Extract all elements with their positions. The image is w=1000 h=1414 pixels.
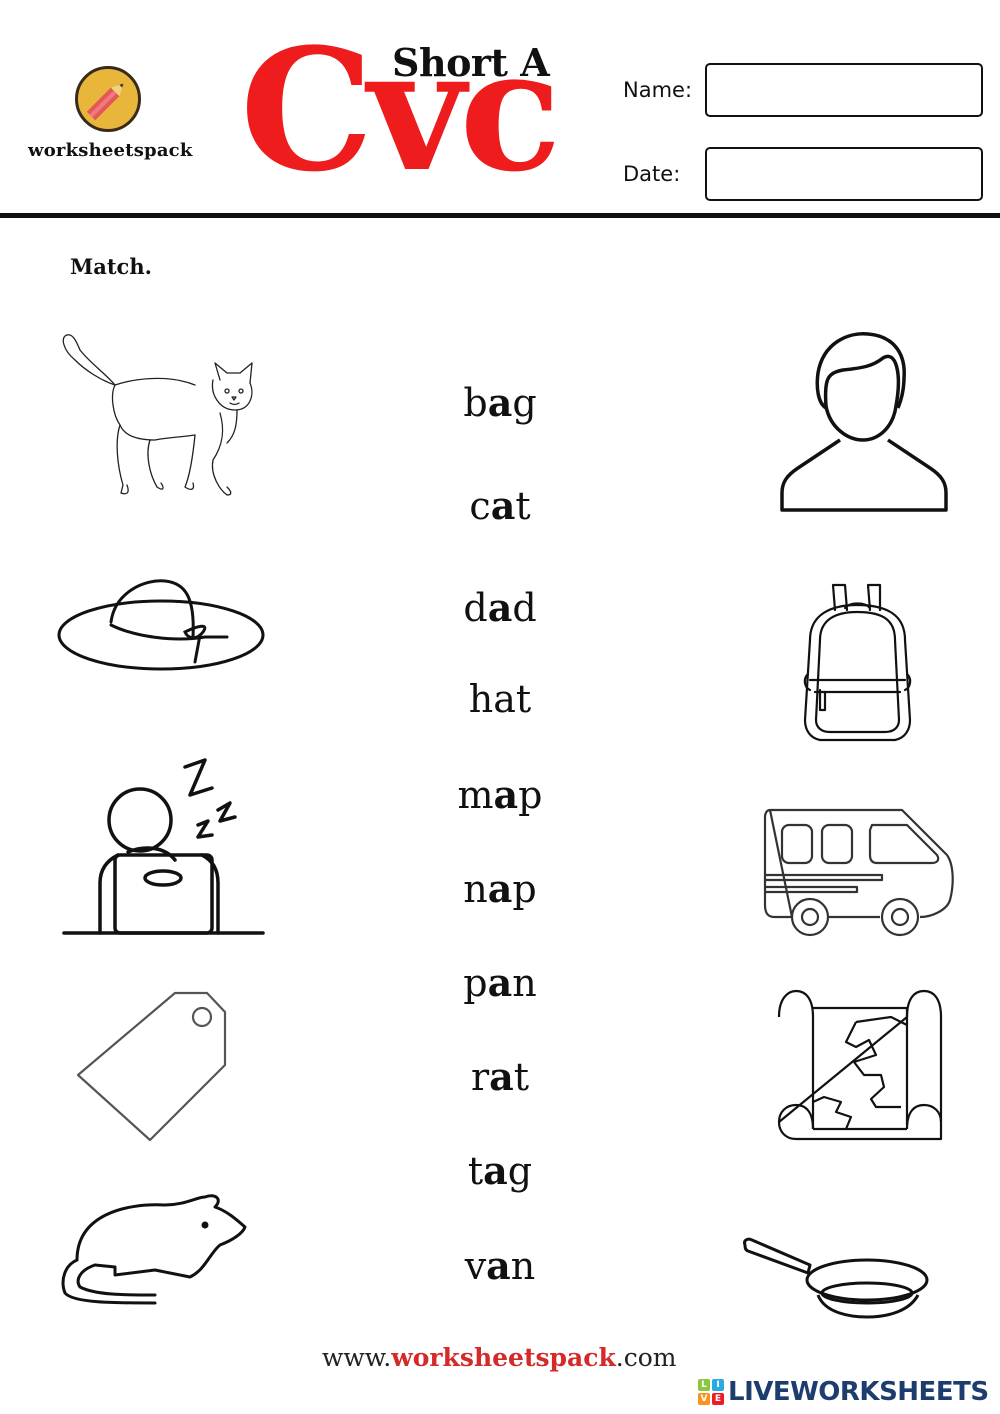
word-letter: t: [513, 1055, 530, 1099]
word-vowel: a: [493, 772, 519, 817]
word-letter: p: [463, 961, 488, 1005]
word-item[interactable]: dad: [400, 585, 600, 630]
live-tile: I: [712, 1379, 724, 1391]
word-letter: t: [467, 1149, 484, 1193]
word-item[interactable]: nap: [400, 866, 600, 911]
live-tile: V: [698, 1393, 710, 1405]
word-item[interactable]: van: [400, 1243, 600, 1288]
word-letter: n: [510, 1244, 536, 1288]
date-field[interactable]: [705, 147, 983, 201]
hat-icon[interactable]: [55, 577, 267, 677]
word-letter: h: [468, 677, 494, 721]
word-item[interactable]: hat: [400, 677, 600, 721]
liveworksheets-text: LIVEWORKSHEETS: [728, 1377, 989, 1407]
word-vowel: a: [487, 585, 513, 630]
word-letter: t: [515, 677, 532, 721]
word-vowel: a: [493, 677, 516, 721]
word-letter: n: [463, 867, 488, 911]
word-letter: d: [512, 586, 537, 630]
word-vowel: a: [487, 960, 513, 1005]
live-tile: E: [712, 1393, 724, 1405]
footer-url[interactable]: www.worksheetspack.com: [322, 1343, 677, 1372]
live-tiles-icon: L I V E: [698, 1379, 724, 1405]
word-item[interactable]: tag: [400, 1148, 600, 1193]
footer-url-prefix: www.: [322, 1343, 392, 1372]
word-vowel: a: [490, 483, 516, 528]
word-vowel: a: [486, 1243, 511, 1288]
liveworksheets-logo[interactable]: L I V E LIVEWORKSHEETS: [698, 1377, 989, 1407]
brand-name: worksheetspack: [28, 140, 193, 161]
word-letter: m: [457, 773, 494, 817]
word-letter: c: [469, 484, 491, 528]
dad-icon[interactable]: [778, 328, 950, 513]
word-letter: v: [464, 1244, 487, 1288]
word-vowel: a: [487, 866, 513, 911]
footer-url-suffix: .com: [615, 1343, 677, 1372]
word-item[interactable]: pan: [400, 960, 600, 1005]
footer-url-brand: worksheetspack: [391, 1343, 616, 1372]
word-item[interactable]: rat: [400, 1054, 600, 1099]
map-icon[interactable]: [776, 987, 944, 1150]
rat-icon[interactable]: [55, 1185, 255, 1310]
name-label: Name:: [623, 78, 693, 102]
word-vowel: a: [487, 380, 513, 425]
word-letter: d: [463, 586, 488, 630]
brand-logo-pencil-icon: [75, 66, 141, 132]
header-divider: [0, 213, 1000, 218]
van-icon[interactable]: [762, 805, 957, 937]
page-subtitle: Short A: [392, 40, 550, 85]
word-letter: b: [463, 381, 488, 425]
word-vowel: a: [483, 1148, 508, 1193]
word-vowel: a: [489, 1054, 514, 1099]
cat-icon[interactable]: [55, 325, 265, 505]
tag-icon[interactable]: [75, 990, 235, 1150]
date-label: Date:: [623, 162, 681, 186]
word-letter: p: [518, 773, 543, 817]
word-letter: p: [512, 867, 537, 911]
bag-icon[interactable]: [795, 580, 920, 745]
word-letter: r: [470, 1055, 490, 1099]
pan-icon[interactable]: [740, 1235, 930, 1320]
word-letter: n: [512, 961, 537, 1005]
name-field[interactable]: [705, 63, 983, 117]
word-letter: g: [512, 381, 537, 425]
word-item[interactable]: map: [400, 772, 600, 817]
word-item[interactable]: bag: [400, 380, 600, 425]
word-letter: t: [515, 484, 531, 528]
word-item[interactable]: cat: [400, 483, 600, 528]
nap-icon[interactable]: [60, 755, 270, 940]
live-tile: L: [698, 1379, 710, 1391]
instruction: Match.: [70, 254, 152, 279]
word-letter: g: [507, 1149, 533, 1193]
